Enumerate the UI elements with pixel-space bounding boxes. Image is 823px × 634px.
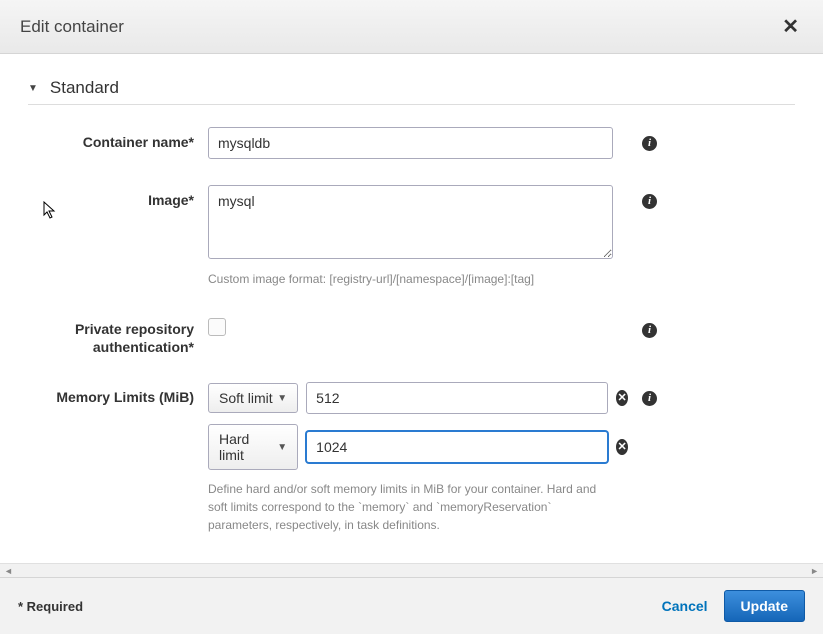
memory-row-hard: Hard limit ▼ ✕ <box>208 424 628 470</box>
label-memory-limits: Memory Limits (MiB) <box>28 382 208 406</box>
chevron-down-icon: ▼ <box>277 442 287 453</box>
image-input[interactable] <box>208 185 613 259</box>
row-private-repo: Private repository authentication* i <box>28 314 795 356</box>
container-name-input[interactable] <box>208 127 613 159</box>
remove-row-icon[interactable]: ✕ <box>616 390 628 406</box>
horizontal-scrollbar[interactable]: ◄ ► <box>0 563 823 577</box>
memory-type-value: Soft limit <box>219 390 273 406</box>
row-container-name: Container name* i <box>28 127 795 159</box>
memory-type-select-hard[interactable]: Hard limit ▼ <box>208 424 298 470</box>
memory-hint: Define hard and/or soft memory limits in… <box>208 480 613 534</box>
chevron-down-icon: ▼ <box>277 393 287 404</box>
update-button[interactable]: Update <box>724 590 805 622</box>
info-icon[interactable]: i <box>642 323 657 338</box>
section-standard-header[interactable]: ▼ Standard <box>28 78 795 105</box>
private-repo-checkbox[interactable] <box>208 318 226 336</box>
modal-title: Edit container <box>20 17 124 37</box>
cancel-button[interactable]: Cancel <box>662 598 708 614</box>
label-private-repo: Private repository authentication* <box>28 314 208 356</box>
info-icon[interactable]: i <box>642 136 657 151</box>
image-hint: Custom image format: [registry-url]/[nam… <box>208 270 613 288</box>
modal-header: Edit container ✕ <box>0 0 823 54</box>
modal-body: ▼ Standard Container name* i Image* Cust… <box>0 54 823 577</box>
row-image: Image* Custom image format: [registry-ur… <box>28 185 795 288</box>
row-memory-limits: Memory Limits (MiB) Soft limit ▼ ✕ Hard … <box>28 382 795 534</box>
close-icon[interactable]: ✕ <box>778 14 803 39</box>
memory-value-input-soft[interactable] <box>306 382 608 414</box>
section-title: Standard <box>50 78 119 98</box>
info-icon[interactable]: i <box>642 391 657 406</box>
label-image: Image* <box>28 185 208 209</box>
caret-down-icon: ▼ <box>28 83 38 94</box>
memory-value-input-hard[interactable] <box>306 431 608 463</box>
scroll-left-icon[interactable]: ◄ <box>2 566 15 576</box>
required-note: * Required <box>18 599 83 614</box>
memory-type-select-soft[interactable]: Soft limit ▼ <box>208 383 298 413</box>
remove-row-icon[interactable]: ✕ <box>616 439 628 455</box>
modal-footer: * Required Cancel Update <box>0 577 823 634</box>
scroll-right-icon[interactable]: ► <box>808 566 821 576</box>
label-container-name: Container name* <box>28 127 208 151</box>
memory-type-value: Hard limit <box>219 431 277 463</box>
memory-row-soft: Soft limit ▼ ✕ <box>208 382 628 414</box>
info-icon[interactable]: i <box>642 194 657 209</box>
